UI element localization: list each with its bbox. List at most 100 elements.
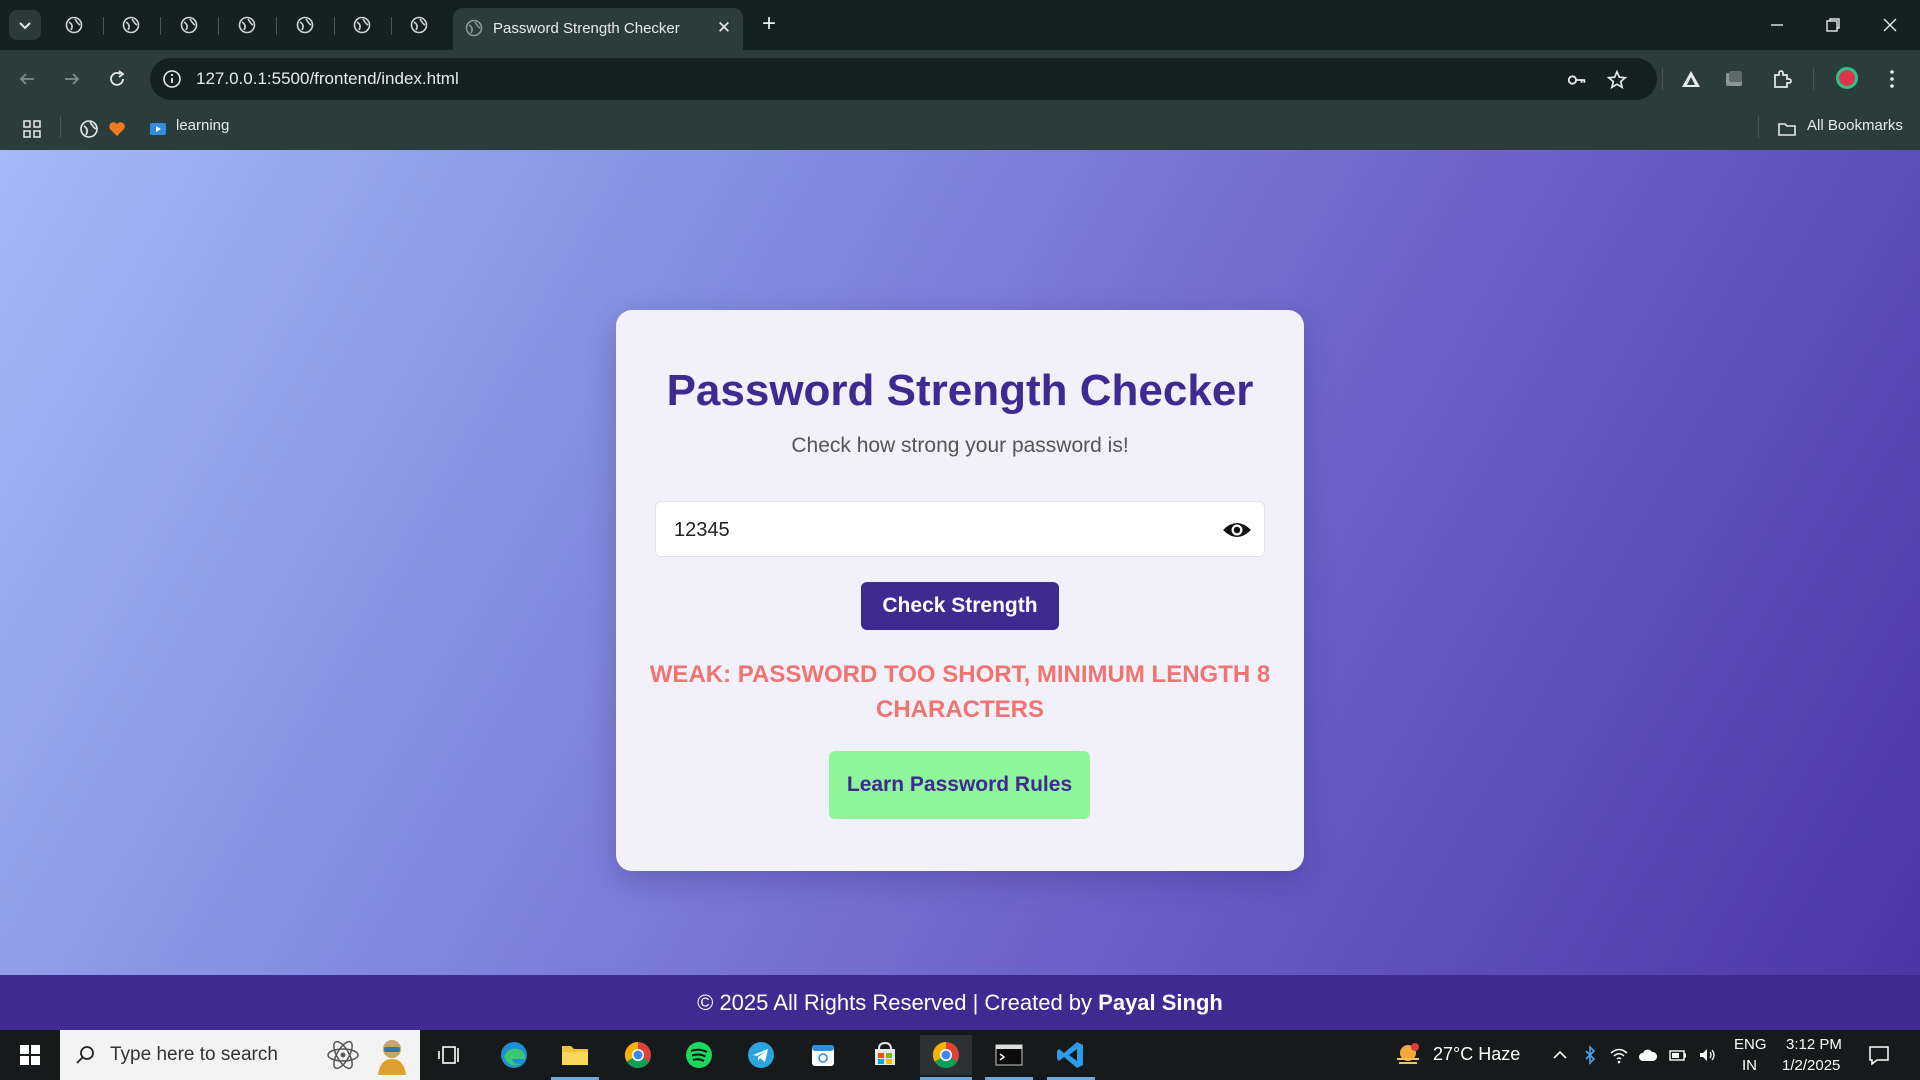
- globe-icon: [238, 16, 256, 34]
- language-region[interactable]: IN: [1742, 1057, 1757, 1074]
- pinned-tab[interactable]: [293, 13, 317, 37]
- taskbar-spotify[interactable]: [677, 1035, 721, 1075]
- volume-icon[interactable]: [1697, 1045, 1717, 1065]
- taskbar-terminal[interactable]: [987, 1035, 1031, 1075]
- bookmark-globe-icon[interactable]: [78, 118, 100, 140]
- taskbar-store[interactable]: [863, 1035, 907, 1075]
- pinned-tab[interactable]: [407, 13, 431, 37]
- check-strength-button[interactable]: Check Strength: [861, 582, 1059, 630]
- pinned-tab[interactable]: [177, 13, 201, 37]
- footer-text: © 2025 All Rights Reserved | Created by: [697, 990, 1093, 1015]
- taskbar-calendar[interactable]: [801, 1035, 845, 1075]
- taskbar-chrome-active[interactable]: [920, 1035, 972, 1075]
- wifi-icon[interactable]: [1609, 1045, 1629, 1065]
- chevron-up-icon[interactable]: [1550, 1045, 1570, 1065]
- tab-separator: [160, 17, 161, 35]
- globe-icon: [353, 16, 371, 34]
- tab-separator: [218, 17, 219, 35]
- globe-icon: [180, 16, 198, 34]
- taskbar-telegram[interactable]: [739, 1035, 783, 1075]
- spotify-icon: [686, 1042, 712, 1068]
- toolbar-separator: [1662, 68, 1663, 90]
- tab-close-icon[interactable]: ✕: [715, 19, 733, 37]
- telegram-icon: [748, 1042, 774, 1068]
- toolbar-separator: [1813, 68, 1814, 90]
- weather-text[interactable]: 27°C Haze: [1433, 1044, 1520, 1065]
- taskbar-edge[interactable]: [492, 1035, 536, 1075]
- pinned-tab[interactable]: [235, 13, 259, 37]
- pinned-tab[interactable]: [119, 13, 143, 37]
- profile-avatar[interactable]: [1836, 67, 1858, 89]
- search-placeholder: Type here to search: [110, 1044, 278, 1065]
- page-viewport: Password Strength Checker Check how stro…: [0, 150, 1920, 1030]
- all-bookmarks-folder-icon[interactable]: [1776, 118, 1798, 140]
- globe-icon: [410, 16, 428, 34]
- password-input[interactable]: [674, 516, 1194, 544]
- reload-button[interactable]: [101, 63, 133, 95]
- all-bookmarks[interactable]: All Bookmarks: [1807, 117, 1903, 134]
- restore-button[interactable]: [1810, 10, 1856, 40]
- clock-date[interactable]: 1/2/2025: [1782, 1057, 1840, 1074]
- bookmark-heart-icon[interactable]: [106, 118, 128, 140]
- terminal-icon: [995, 1044, 1023, 1066]
- cloud-icon[interactable]: [1638, 1045, 1658, 1065]
- folder-icon: [562, 1046, 588, 1065]
- notification-icon[interactable]: [1868, 1044, 1890, 1066]
- task-view-button[interactable]: [428, 1035, 472, 1075]
- close-icon: [1883, 18, 1897, 32]
- password-key-icon[interactable]: [1565, 68, 1589, 92]
- extensions-puzzle-icon[interactable]: [1769, 66, 1795, 92]
- taskbar-search[interactable]: Type here to search: [60, 1030, 420, 1080]
- arrow-right-icon: [65, 73, 80, 85]
- active-tab-title: Password Strength Checker: [493, 20, 680, 37]
- strength-result: Weak: Password too short, minimum length…: [649, 661, 1271, 723]
- bookmark-learning[interactable]: learning: [176, 117, 229, 134]
- edge-icon: [501, 1042, 527, 1068]
- more-menu-icon[interactable]: [1879, 66, 1905, 92]
- taskbar-file-explorer[interactable]: [553, 1035, 597, 1075]
- battery-icon[interactable]: [1668, 1045, 1688, 1065]
- active-tab[interactable]: Password Strength Checker ✕: [453, 8, 743, 50]
- page-title: Password Strength Checker: [666, 366, 1254, 415]
- chrome-icon: [932, 1041, 959, 1069]
- reload-icon: [110, 70, 125, 86]
- apps-grid-icon[interactable]: [21, 118, 43, 140]
- start-button[interactable]: [8, 1035, 52, 1075]
- address-bar[interactable]: 127.0.0.1:5500/frontend/index.html: [150, 58, 1657, 100]
- clock-time[interactable]: 3:12 PM: [1786, 1036, 1842, 1053]
- tab-separator: [103, 17, 104, 35]
- pinned-tab[interactable]: [350, 13, 374, 37]
- vscode-icon: [1057, 1042, 1083, 1068]
- language-code[interactable]: ENG: [1734, 1036, 1767, 1053]
- tab-search-button[interactable]: [9, 10, 41, 40]
- atom-icon: [327, 1040, 359, 1070]
- store-icon: [875, 1041, 895, 1065]
- bookmark-star-icon[interactable]: [1605, 68, 1629, 92]
- restore-icon: [1826, 18, 1840, 32]
- minimize-button[interactable]: [1754, 10, 1800, 40]
- extension-drive-icon[interactable]: [1678, 66, 1704, 92]
- forward-button[interactable]: [56, 63, 88, 95]
- pinned-tab[interactable]: [62, 13, 86, 37]
- url-text[interactable]: 127.0.0.1:5500/frontend/index.html: [196, 69, 459, 89]
- bookmarks-separator: [60, 116, 61, 138]
- bluetooth-icon[interactable]: [1580, 1045, 1600, 1065]
- minimize-icon: [1771, 24, 1783, 26]
- learn-password-rules-button[interactable]: Learn Password Rules: [829, 751, 1090, 819]
- eye-icon[interactable]: [1222, 518, 1252, 542]
- back-button[interactable]: [11, 63, 43, 95]
- site-info-icon[interactable]: [162, 69, 182, 89]
- taskbar-vscode[interactable]: [1049, 1035, 1093, 1075]
- taskbar-chrome[interactable]: [616, 1035, 660, 1075]
- bookmark-folder-icon[interactable]: [147, 118, 169, 140]
- chevron-down-icon: [19, 22, 31, 30]
- arrow-left-icon: [19, 73, 34, 85]
- extension-window-icon[interactable]: [1721, 66, 1747, 92]
- globe-icon: [465, 19, 483, 37]
- close-window-button[interactable]: [1867, 10, 1913, 40]
- windows-taskbar: Type here to search 27°C Haze ENG IN 3:1…: [0, 1030, 1920, 1080]
- search-icon: [76, 1046, 94, 1064]
- new-tab-button[interactable]: +: [756, 12, 782, 38]
- password-field[interactable]: [655, 501, 1265, 557]
- weather-haze-icon[interactable]: [1394, 1041, 1422, 1069]
